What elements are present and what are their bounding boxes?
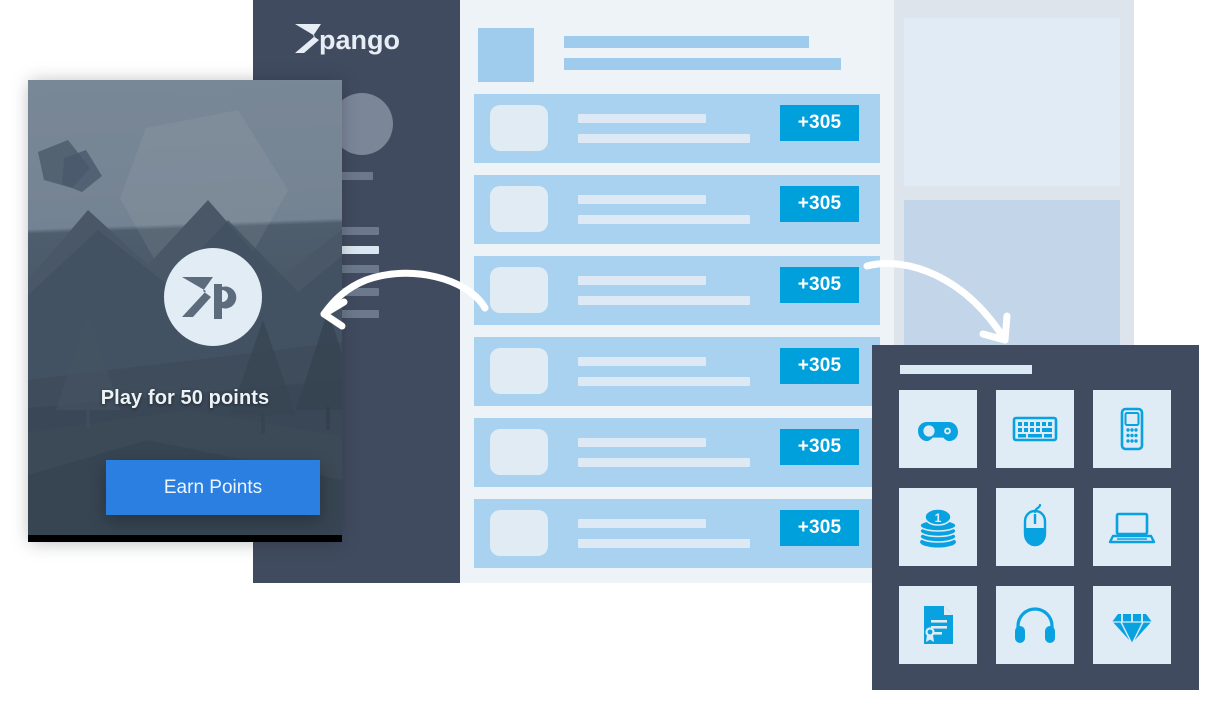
offer-line-1 (578, 357, 706, 366)
offer-line-2 (578, 458, 750, 467)
offer-thumbnail (490, 510, 548, 556)
svg-text:pango: pango (319, 25, 400, 55)
rewards-icon-grid: 1 (899, 390, 1171, 664)
offer-line-2 (578, 215, 750, 224)
reward-tile-audio[interactable] (996, 586, 1074, 664)
diamond-icon (1108, 601, 1156, 649)
offer-line-2 (578, 539, 750, 548)
points-badge[interactable]: +305 (780, 105, 859, 141)
points-badge[interactable]: +305 (780, 267, 859, 303)
header-thumbnail (478, 28, 534, 82)
offer-line-1 (578, 276, 706, 285)
offer-line-2 (578, 296, 750, 305)
promo-card[interactable]: Play for 50 points Earn Points (28, 80, 342, 542)
offer-line-1 (578, 195, 706, 204)
mobile-phone-icon (1108, 405, 1156, 453)
promo-title: Play for 50 points (100, 387, 270, 409)
rewards-panel: 1 (872, 345, 1199, 690)
xp-logo-badge (164, 248, 262, 346)
offer-row[interactable]: +305 (474, 337, 880, 406)
xpango-logo[interactable]: pango (293, 22, 423, 56)
reward-tile-gaming[interactable] (899, 390, 977, 468)
offer-row[interactable]: +305 (474, 418, 880, 487)
reward-tile-gift-cards[interactable] (899, 586, 977, 664)
list-header (474, 14, 880, 86)
offer-thumbnail (490, 348, 548, 394)
points-badge[interactable]: +305 (780, 510, 859, 546)
reward-tile-keyboards[interactable] (996, 390, 1074, 468)
promo-card-top[interactable] (904, 18, 1120, 186)
svg-text:1: 1 (935, 511, 942, 525)
offer-row[interactable]: +305 (474, 94, 880, 163)
offer-line-2 (578, 377, 750, 386)
header-line-1 (564, 36, 809, 48)
offer-row[interactable]: +305 (474, 175, 880, 244)
screenshot-root: pango Play for 50 points Earn Points +30… (0, 0, 1214, 712)
computer-mouse-icon (1011, 503, 1059, 551)
offers-list-panel: +305 +305 +305 +305 +305 +305 (460, 0, 894, 583)
reward-tile-laptops[interactable] (1093, 488, 1171, 566)
headphones-icon (1011, 601, 1059, 649)
reward-tile-mice[interactable] (996, 488, 1074, 566)
reward-tile-mobile-phones[interactable] (1093, 390, 1171, 468)
points-badge[interactable]: +305 (780, 429, 859, 465)
header-line-2 (564, 58, 841, 70)
offer-row[interactable]: +305 (474, 256, 880, 325)
offer-thumbnail (490, 105, 548, 151)
offer-thumbnail (490, 186, 548, 232)
coins-stack-icon: 1 (914, 503, 962, 551)
offer-line-1 (578, 114, 706, 123)
certificate-icon (914, 601, 962, 649)
offer-line-1 (578, 438, 706, 447)
offer-row[interactable]: +305 (474, 499, 880, 568)
offer-thumbnail (490, 429, 548, 475)
reward-tile-cash[interactable]: 1 (899, 488, 977, 566)
reward-tile-jewellery[interactable] (1093, 586, 1171, 664)
points-badge[interactable]: +305 (780, 186, 859, 222)
offer-line-2 (578, 134, 750, 143)
rewards-panel-title (900, 365, 1032, 374)
laptop-icon (1108, 503, 1156, 551)
earn-points-button[interactable]: Earn Points (106, 460, 320, 515)
keyboard-icon (1011, 405, 1059, 453)
points-badge[interactable]: +305 (780, 348, 859, 384)
offer-thumbnail (490, 267, 548, 313)
gamepad-icon (914, 405, 962, 453)
offer-line-1 (578, 519, 706, 528)
